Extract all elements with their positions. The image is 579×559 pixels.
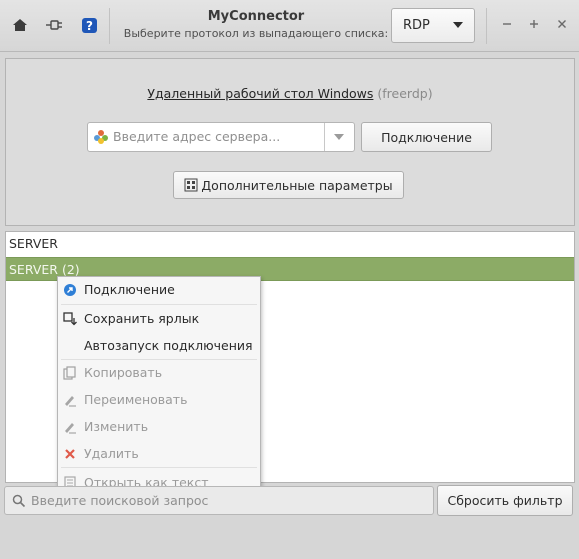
search-icon (12, 494, 26, 508)
reset-filter-label: Сбросить фильтр (447, 493, 563, 508)
maximize-icon (530, 20, 538, 28)
help-button[interactable]: ? (76, 9, 102, 41)
menu-item-autostart[interactable]: Автозапуск подключения (58, 334, 260, 358)
shortcut-icon (63, 312, 77, 326)
server-history-dropdown[interactable] (324, 123, 354, 151)
title-box: MyConnector Выберите протокол из выпадаю… (110, 8, 402, 42)
search-field[interactable]: Введите поисковой запрос (4, 486, 434, 515)
connection-title: Удаленный рабочий стол Windows (freerdp) (6, 86, 574, 101)
chevron-down-icon (453, 22, 463, 28)
context-menu: Подключение Сохранить ярлык Автозапуск п… (57, 276, 261, 497)
home-icon (13, 19, 27, 31)
connection-panel: Удаленный рабочий стол Windows (freerdp)… (5, 58, 575, 226)
menu-item-edit[interactable]: Изменить (58, 415, 260, 439)
minimize-button[interactable] (497, 14, 517, 34)
delete-icon (63, 447, 77, 461)
plug-icon (46, 20, 62, 30)
list-item[interactable]: SERVER (6, 232, 574, 256)
menu-item-label: Копировать (84, 365, 163, 380)
menu-item-label: Изменить (84, 419, 149, 434)
header-bar: ? MyConnector Выберите протокол из выпад… (0, 0, 579, 52)
plugin-button[interactable] (41, 9, 67, 41)
server-address-combo[interactable]: Введите адрес сервера... (87, 122, 355, 152)
server-address-input[interactable]: Введите адрес сервера... (113, 129, 280, 144)
header-separator-right (486, 8, 487, 44)
maximize-button[interactable] (524, 14, 544, 34)
settings-icon (184, 178, 198, 192)
minimize-icon (503, 23, 511, 25)
menu-item-delete[interactable]: Удалить (58, 442, 260, 466)
app-title: MyConnector (207, 9, 305, 24)
app-subtitle: Выберите протокол из выпадающего списка: (123, 27, 389, 40)
search-input[interactable]: Введите поисковой запрос (31, 493, 208, 508)
menu-item-save-shortcut[interactable]: Сохранить ярлык (58, 307, 260, 331)
server-history-icon (94, 130, 108, 144)
protocol-value: RDP (403, 18, 430, 33)
menu-item-label: Сохранить ярлык (84, 311, 200, 326)
rename-icon (63, 393, 77, 407)
copy-icon (63, 366, 77, 380)
connect-button[interactable]: Подключение (361, 122, 492, 152)
help-icon: ? (81, 17, 97, 33)
advanced-settings-label: Дополнительные параметры (201, 177, 393, 193)
svg-text:?: ? (86, 19, 93, 33)
chevron-down-icon (334, 134, 344, 140)
menu-separator (61, 359, 257, 360)
menu-item-copy[interactable]: Копировать (58, 361, 260, 385)
connection-type-link[interactable]: Удаленный рабочий стол Windows (147, 86, 373, 101)
menu-item-label: Автозапуск подключения (84, 338, 253, 353)
connect-icon (63, 283, 77, 297)
menu-item-label: Подключение (84, 282, 175, 297)
menu-item-label: Переименовать (84, 392, 188, 407)
menu-item-rename[interactable]: Переименовать (58, 388, 260, 412)
advanced-settings-button[interactable]: Дополнительные параметры (173, 171, 404, 199)
close-icon (558, 20, 566, 28)
connection-variant: (freerdp) (377, 86, 433, 101)
menu-separator (61, 304, 257, 305)
close-button[interactable] (552, 14, 572, 34)
connect-button-label: Подключение (381, 129, 472, 145)
edit-icon (63, 420, 77, 434)
protocol-select[interactable]: RDP (391, 8, 475, 43)
menu-item-connect[interactable]: Подключение (58, 278, 260, 302)
reset-filter-button[interactable]: Сбросить фильтр (437, 485, 573, 516)
menu-item-label: Удалить (84, 446, 139, 461)
home-button[interactable] (7, 9, 33, 41)
menu-separator (61, 467, 257, 468)
